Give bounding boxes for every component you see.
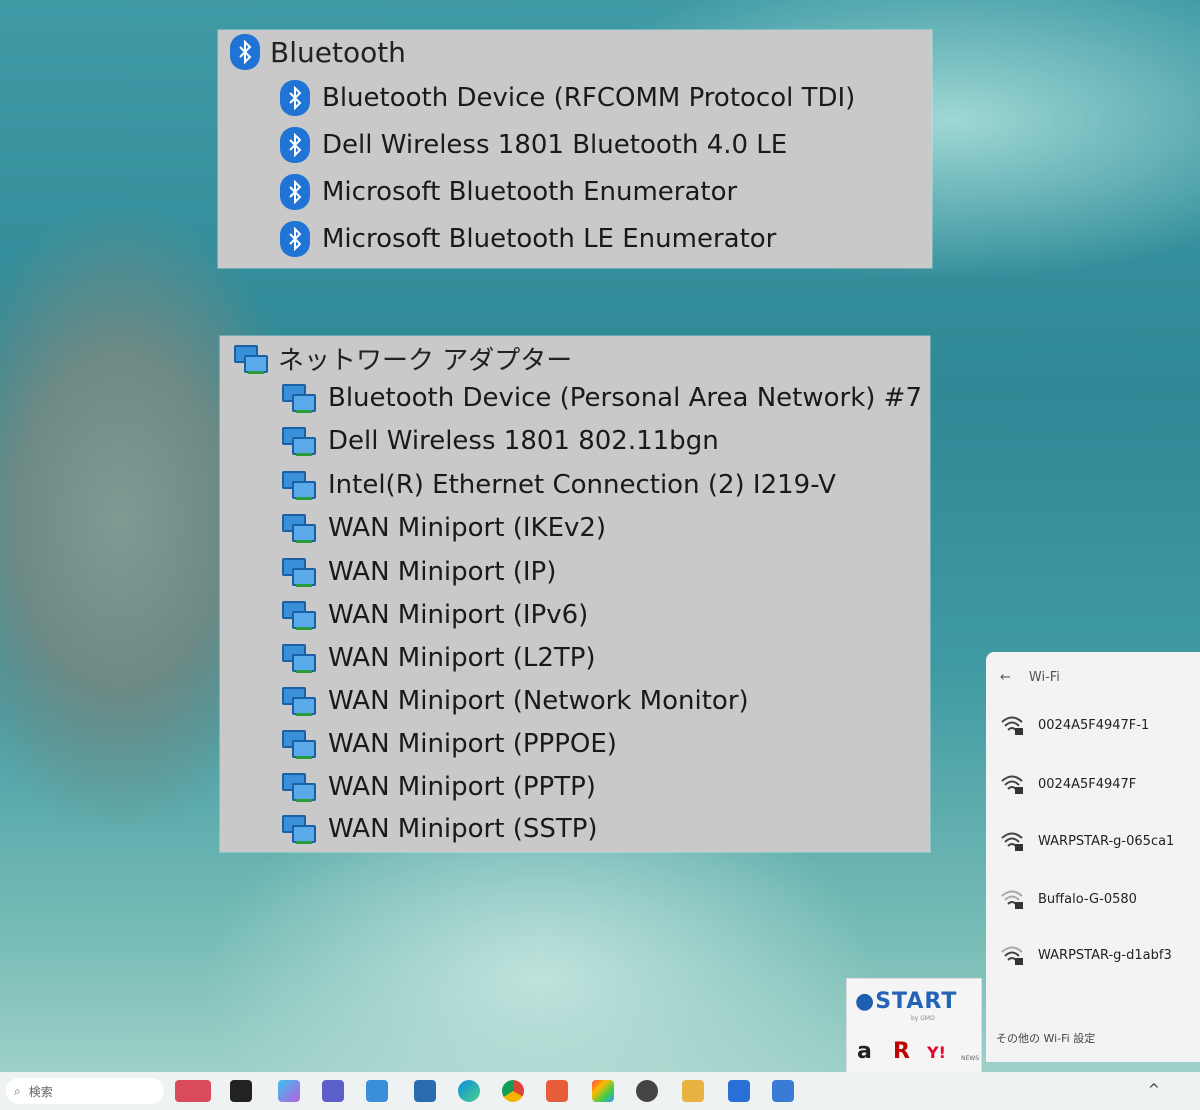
- bluetooth-category-label: Bluetooth: [270, 35, 406, 69]
- network-app-icon[interactable]: [366, 1080, 388, 1102]
- rakuten-icon[interactable]: R: [893, 1039, 910, 1064]
- device-label: WAN Miniport (SSTP): [328, 814, 598, 844]
- device-label: Bluetooth Device (RFCOMM Protocol TDI): [322, 83, 856, 113]
- device-label: Intel(R) Ethernet Connection (2) I219-V: [328, 470, 836, 500]
- device-label: Dell Wireless 1801 802.11bgn: [328, 426, 719, 456]
- photos-icon[interactable]: [592, 1080, 614, 1102]
- device-label: WAN Miniport (IKEv2): [328, 513, 607, 543]
- device-label: WAN Miniport (IPv6): [328, 600, 589, 630]
- network-adapter-icon: [282, 382, 316, 414]
- start-widget[interactable]: ●START by GMO a R Y! NEWS: [846, 978, 982, 1074]
- back-arrow-icon[interactable]: ←: [1000, 670, 1011, 685]
- bluetooth-icon: [230, 34, 260, 70]
- device-row[interactable]: WAN Miniport (IKEv2): [282, 512, 606, 544]
- wifi-network-name: 0024A5F4947F-1: [1038, 717, 1150, 733]
- network-adapter-icon: [282, 813, 316, 845]
- chevron-up-icon[interactable]: ^: [1148, 1082, 1160, 1098]
- device-row[interactable]: WAN Miniport (IP): [282, 556, 556, 588]
- wifi-secured-icon: [1000, 888, 1024, 910]
- start-news-label[interactable]: NEWS: [961, 1055, 979, 1062]
- device-label: Dell Wireless 1801 Bluetooth 4.0 LE: [322, 130, 788, 160]
- network-adapter-icon: [282, 425, 316, 457]
- wifi-network-name: Buffalo-G-0580: [1038, 891, 1137, 907]
- network-adapter-icon: [282, 642, 316, 674]
- search-icon: ⌕: [14, 1083, 21, 1098]
- wifi-network-item[interactable]: WARPSTAR-g-d1abf3: [1000, 944, 1172, 966]
- network-adapter-icon: [234, 343, 268, 375]
- wifi-flyout-title: Wi-Fi: [1028, 670, 1060, 685]
- store-icon[interactable]: [728, 1080, 750, 1102]
- app-icon[interactable]: [636, 1080, 658, 1102]
- remote-desktop-icon[interactable]: [414, 1080, 436, 1102]
- wifi-network-item[interactable]: Buffalo-G-0580: [1000, 888, 1137, 910]
- network-category-row[interactable]: ネットワーク アダプター: [234, 340, 572, 377]
- network-adapters-panel: ネットワーク アダプター Bluetooth Device (Personal …: [220, 336, 930, 852]
- copilot-icon[interactable]: [278, 1080, 300, 1102]
- search-placeholder: 検索: [28, 1084, 53, 1099]
- device-row[interactable]: Bluetooth Device (Personal Area Network)…: [282, 382, 922, 414]
- network-adapter-icon: [282, 556, 316, 588]
- device-label: Microsoft Bluetooth Enumerator: [322, 177, 738, 207]
- device-label: WAN Miniport (PPTP): [328, 772, 596, 802]
- task-view-icon[interactable]: [230, 1080, 252, 1102]
- wifi-secured-icon: [1000, 830, 1024, 852]
- wifi-secured-icon: [1000, 714, 1024, 736]
- device-row[interactable]: Dell Wireless 1801 802.11bgn: [282, 425, 719, 457]
- device-row[interactable]: Dell Wireless 1801 Bluetooth 4.0 LE: [280, 127, 787, 163]
- network-adapter-icon: [282, 771, 316, 803]
- network-adapter-icon: [282, 469, 316, 501]
- file-explorer-icon[interactable]: [682, 1080, 704, 1102]
- device-label: Microsoft Bluetooth LE Enumerator: [322, 224, 777, 254]
- bluetooth-category-row[interactable]: Bluetooth: [230, 34, 406, 70]
- network-category-label: ネットワーク アダプター: [278, 346, 573, 376]
- widget-icon[interactable]: [175, 1080, 211, 1102]
- bluetooth-icon: [280, 80, 310, 116]
- wifi-network-name: WARPSTAR-g-d1abf3: [1038, 947, 1172, 963]
- network-adapter-icon: [282, 512, 316, 544]
- edge-icon[interactable]: [458, 1080, 480, 1102]
- bluetooth-icon: [280, 127, 310, 163]
- device-row[interactable]: Intel(R) Ethernet Connection (2) I219-V: [282, 469, 836, 501]
- device-label: WAN Miniport (PPPOE): [328, 729, 617, 759]
- device-row[interactable]: WAN Miniport (SSTP): [282, 813, 598, 845]
- bluetooth-icon: [280, 221, 310, 257]
- taskbar: ⌕ 検索 ^: [0, 1072, 1200, 1110]
- more-wifi-settings-link[interactable]: その他の Wi-Fi 設定: [996, 1030, 1095, 1046]
- device-row[interactable]: Microsoft Bluetooth Enumerator: [280, 174, 737, 210]
- device-label: WAN Miniport (IP): [328, 557, 557, 587]
- bluetooth-category-panel: Bluetooth Bluetooth Device (RFCOMM Proto…: [218, 30, 932, 268]
- wifi-secured-icon: [1000, 944, 1024, 966]
- mail-icon[interactable]: [772, 1080, 794, 1102]
- device-row[interactable]: WAN Miniport (L2TP): [282, 642, 596, 674]
- wifi-network-name: 0024A5F4947F: [1038, 776, 1137, 792]
- network-adapter-icon: [282, 599, 316, 631]
- wifi-network-item[interactable]: 0024A5F4947F: [1000, 773, 1136, 795]
- device-label: WAN Miniport (L2TP): [328, 643, 596, 673]
- teams-icon[interactable]: [322, 1080, 344, 1102]
- network-adapter-icon: [282, 728, 316, 760]
- wifi-secured-icon: [1000, 773, 1024, 795]
- amazon-icon[interactable]: a: [857, 1039, 872, 1064]
- yahoo-icon[interactable]: Y!: [927, 1043, 946, 1062]
- device-row[interactable]: Bluetooth Device (RFCOMM Protocol TDI): [280, 80, 855, 116]
- device-row[interactable]: WAN Miniport (Network Monitor): [282, 685, 749, 717]
- wifi-network-name: WARPSTAR-g-065ca1: [1038, 833, 1175, 849]
- device-row[interactable]: WAN Miniport (IPv6): [282, 599, 588, 631]
- network-adapter-icon: [282, 685, 316, 717]
- device-label: WAN Miniport (Network Monitor): [328, 686, 749, 716]
- bluetooth-icon: [280, 174, 310, 210]
- device-row[interactable]: WAN Miniport (PPTP): [282, 771, 596, 803]
- wifi-network-item[interactable]: WARPSTAR-g-065ca1: [1000, 830, 1174, 852]
- start-logo[interactable]: ●START: [855, 989, 957, 1014]
- device-row[interactable]: Microsoft Bluetooth LE Enumerator: [280, 221, 776, 257]
- start-logo-sub: by GMO: [911, 1015, 935, 1022]
- device-label: Bluetooth Device (Personal Area Network)…: [328, 383, 922, 413]
- media-icon[interactable]: [546, 1080, 568, 1102]
- chrome-icon[interactable]: [502, 1080, 524, 1102]
- taskbar-search[interactable]: ⌕ 検索: [6, 1078, 164, 1104]
- wifi-network-item[interactable]: 0024A5F4947F-1: [1000, 714, 1149, 736]
- wifi-flyout: ← Wi-Fi 0024A5F4947F-1 0024A5F4947F WARP…: [986, 652, 1200, 1062]
- device-row[interactable]: WAN Miniport (PPPOE): [282, 728, 617, 760]
